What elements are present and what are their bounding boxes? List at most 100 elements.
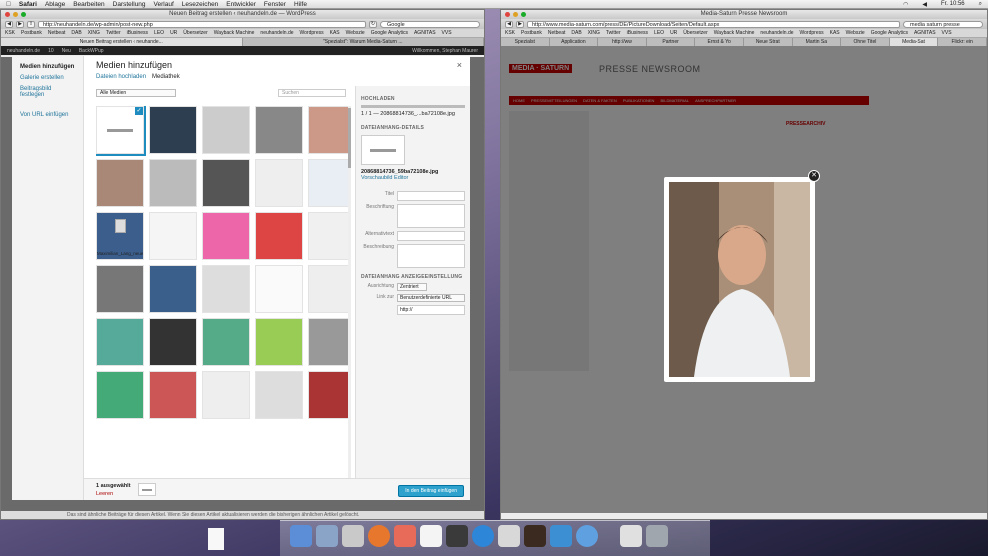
- menu-bearbeiten[interactable]: Bearbeiten: [73, 1, 104, 8]
- browser-tab[interactable]: http://ww: [598, 38, 647, 46]
- media-thumbnail[interactable]: [96, 318, 144, 366]
- alt-text-input[interactable]: [397, 231, 465, 241]
- bookmark-item[interactable]: DAB: [571, 30, 581, 36]
- browser-tab[interactable]: Spezialst: [501, 38, 550, 46]
- spotlight-icon[interactable]: ⌕: [979, 1, 982, 8]
- zoom-window-button[interactable]: [21, 12, 26, 17]
- tab-upload-files[interactable]: Dateien hochladen: [96, 74, 146, 80]
- browser-tab[interactable]: Ernst & Yo: [695, 38, 744, 46]
- bookmark-item[interactable]: LEO: [154, 30, 164, 36]
- media-thumbnail[interactable]: [149, 371, 197, 419]
- bookmark-item[interactable]: AGNITAS: [914, 30, 936, 36]
- media-thumbnail[interactable]: [202, 106, 250, 154]
- bookmark-item[interactable]: UR: [170, 30, 177, 36]
- trash-icon[interactable]: [646, 525, 668, 547]
- media-thumbnail[interactable]: [96, 371, 144, 419]
- calendar-icon[interactable]: [420, 525, 442, 547]
- bookmark-item[interactable]: Google Analytics: [871, 30, 908, 36]
- bookmark-item[interactable]: Netbeat: [548, 30, 566, 36]
- wp-greeting[interactable]: Willkommen, Stephan Maurer: [412, 48, 478, 54]
- clear-selection-link[interactable]: Leeren: [96, 491, 113, 497]
- url-field[interactable]: http://neuhandeln.de/wp-admin/post-new.p…: [38, 20, 366, 28]
- desktop-file-icon[interactable]: [208, 528, 224, 550]
- browser-tab[interactable]: Ohne Titel: [841, 38, 890, 46]
- bookmark-item[interactable]: Twitter: [106, 30, 121, 36]
- bookmark-item[interactable]: iBusiness: [627, 30, 648, 36]
- media-thumbnail[interactable]: [202, 265, 250, 313]
- media-thumbnail[interactable]: [308, 212, 350, 260]
- forward-button[interactable]: ▶: [16, 20, 24, 28]
- stack-icon[interactable]: [620, 525, 642, 547]
- media-thumbnail[interactable]: [255, 106, 303, 154]
- media-filter-select[interactable]: Alle Medien: [96, 89, 176, 97]
- zoom-window-button-right[interactable]: [521, 12, 526, 17]
- browser-tab[interactable]: Media-Sat: [889, 38, 939, 46]
- link-to-select[interactable]: Benutzerdefinierte URL: [397, 294, 465, 302]
- clock[interactable]: Fr. 10:56: [941, 1, 965, 8]
- search-field[interactable]: Google: [380, 20, 480, 28]
- tab-spezialst[interactable]: "Spezialst": Warum Media-Saturn ...: [243, 38, 484, 46]
- bookmark-item[interactable]: KSK: [505, 30, 515, 36]
- check-icon[interactable]: ✓: [135, 107, 143, 115]
- firefox-icon[interactable]: [368, 525, 390, 547]
- bookmark-item[interactable]: Webszie: [346, 30, 365, 36]
- bookmark-item[interactable]: KAS: [830, 30, 840, 36]
- alignment-select[interactable]: Zentriert: [397, 283, 427, 291]
- menu-darstellung[interactable]: Darstellung: [113, 1, 146, 8]
- tab-media-library[interactable]: Mediathek: [152, 74, 180, 80]
- bookmark-item[interactable]: Postbank: [521, 30, 542, 36]
- side-create-gallery[interactable]: Galerie erstellen: [20, 75, 75, 81]
- bookmark-item[interactable]: neuhandeln.de: [260, 30, 293, 36]
- browser-tab[interactable]: Flickr: ein: [938, 38, 987, 46]
- link-url-input[interactable]: http://: [397, 305, 465, 315]
- media-thumbnail[interactable]: [255, 159, 303, 207]
- media-thumbnail[interactable]: ✓: [96, 106, 146, 156]
- back-button[interactable]: ◀: [5, 20, 13, 28]
- media-grid-scrollbar[interactable]: [348, 106, 351, 478]
- title-input[interactable]: [397, 191, 465, 201]
- app-icon[interactable]: [446, 525, 468, 547]
- media-thumbnail[interactable]: [202, 318, 250, 366]
- minimize-window-button-right[interactable]: [513, 12, 518, 17]
- media-thumbnail[interactable]: [149, 318, 197, 366]
- preview-icon[interactable]: [316, 525, 338, 547]
- bookmark-item[interactable]: KAS: [330, 30, 340, 36]
- bookmark-item[interactable]: neuhandeln.de: [760, 30, 793, 36]
- bookmark-item[interactable]: Wordpress: [800, 30, 824, 36]
- media-thumbnail[interactable]: [308, 371, 350, 419]
- menu-verlauf[interactable]: Verlauf: [154, 1, 174, 8]
- media-thumbnail[interactable]: Maximilian_Lang_neuer_GF_StreetOne.pdf: [96, 212, 144, 260]
- wp-site-link[interactable]: neuhandeln.de: [7, 48, 40, 54]
- document-icon[interactable]: [498, 525, 520, 547]
- close-lightbox-icon[interactable]: ✕: [808, 170, 820, 182]
- insert-into-post-button[interactable]: In den Beitrag einfügen: [398, 485, 464, 497]
- media-thumbnail[interactable]: [149, 265, 197, 313]
- finder-icon[interactable]: [290, 525, 312, 547]
- bookmark-item[interactable]: VVS: [442, 30, 452, 36]
- media-thumbnail[interactable]: [255, 212, 303, 260]
- bookmark-item[interactable]: KSK: [5, 30, 15, 36]
- url-field-right[interactable]: http://www.media-saturn.com/press/DE/Pic…: [527, 20, 900, 28]
- music-icon[interactable]: [472, 525, 494, 547]
- media-thumbnail[interactable]: [308, 106, 350, 154]
- bookmark-item[interactable]: Twitter: [606, 30, 621, 36]
- coffee-icon[interactable]: [524, 525, 546, 547]
- media-thumbnail[interactable]: [255, 371, 303, 419]
- folder-icon[interactable]: [550, 525, 572, 547]
- menu-lesezeichen[interactable]: Lesezeichen: [182, 1, 219, 8]
- bookmark-item[interactable]: Wayback Machine: [714, 30, 755, 36]
- browser-tab[interactable]: Neue Strat: [744, 38, 793, 46]
- bookmark-item[interactable]: LEO: [654, 30, 664, 36]
- bookmark-item[interactable]: Postbank: [21, 30, 42, 36]
- browser-tab[interactable]: Application: [550, 38, 599, 46]
- photo-icon[interactable]: [394, 525, 416, 547]
- bookmark-item[interactable]: XING: [88, 30, 100, 36]
- browser-tab[interactable]: Martin Sa: [793, 38, 842, 46]
- media-thumbnail[interactable]: [149, 159, 197, 207]
- selected-thumbnail[interactable]: [138, 483, 156, 496]
- menu-safari[interactable]: Safari: [19, 1, 37, 8]
- close-window-button-right[interactable]: [505, 12, 510, 17]
- media-thumbnail[interactable]: [96, 265, 144, 313]
- minimize-window-button[interactable]: [13, 12, 18, 17]
- bookmark-item[interactable]: Wayback Machine: [214, 30, 255, 36]
